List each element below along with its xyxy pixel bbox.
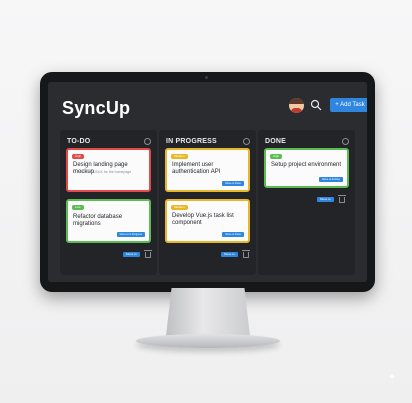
trash-icon[interactable] (242, 250, 250, 258)
monitor: SyncUp + Add Task TO-DO High Design land… (40, 72, 375, 292)
trash-icon[interactable] (338, 195, 346, 203)
priority-tag: High (270, 154, 283, 159)
trash-icon[interactable] (144, 250, 152, 258)
move-button[interactable]: Move to (317, 197, 334, 202)
avatar-hair (289, 98, 304, 104)
options-icon[interactable] (243, 138, 250, 145)
options-icon[interactable] (342, 138, 349, 145)
priority-tag: High (72, 154, 85, 159)
avatar-shirt (291, 108, 302, 113)
task-card[interactable]: Low Refactor database migrations Move to… (66, 199, 151, 243)
card-title: Implement user authentication API (172, 162, 221, 175)
task-card[interactable]: Medium Implement user authentication API… (165, 148, 250, 192)
sparkle-icon: ✦ (388, 372, 397, 383)
column-done: DONE High Setup project environment Move… (258, 130, 355, 275)
column-in-progress: IN PROGRESS Medium Implement user authen… (159, 130, 256, 275)
column-todo: TO-DO High Design landing page mockup Cr… (60, 130, 157, 275)
card-title: Refactor database migrations (73, 214, 123, 227)
app-screen: SyncUp + Add Task TO-DO High Design land… (48, 82, 367, 282)
monitor-stand (165, 288, 251, 338)
monitor-base (136, 334, 280, 348)
move-button[interactable]: Move to (221, 252, 238, 257)
task-card[interactable]: Medium Develop Vue.js task list componen… (165, 199, 250, 243)
task-card[interactable]: High Setup project environment Move to A… (264, 148, 349, 188)
column-title: DONE (265, 138, 287, 145)
task-card[interactable]: High Design landing page mockup Create i… (66, 148, 151, 192)
add-task-button[interactable]: + Add Task (330, 98, 367, 112)
move-button[interactable]: Move to Done (222, 181, 244, 186)
card-title: Develop Vue.js task list component (172, 213, 234, 226)
camera-dot (205, 76, 208, 79)
priority-tag: Medium (171, 154, 188, 159)
card-subtitle: Create initial UI/UX for the homepage (73, 170, 132, 174)
priority-tag: Low (72, 205, 84, 210)
priority-tag: Medium (171, 205, 188, 210)
move-button[interactable]: Move to Archive (319, 177, 343, 182)
move-button[interactable]: Move to (123, 252, 140, 257)
options-icon[interactable] (144, 138, 151, 145)
move-button[interactable]: Move to In Progress (116, 232, 145, 237)
column-title: IN PROGRESS (166, 138, 217, 145)
app-title: SyncUp (62, 98, 131, 118)
search-icon[interactable] (310, 99, 322, 111)
move-button[interactable]: Move to Done (222, 232, 244, 237)
avatar[interactable] (289, 98, 304, 113)
card-title: Setup project environment (271, 162, 342, 168)
column-title: TO-DO (67, 138, 91, 145)
